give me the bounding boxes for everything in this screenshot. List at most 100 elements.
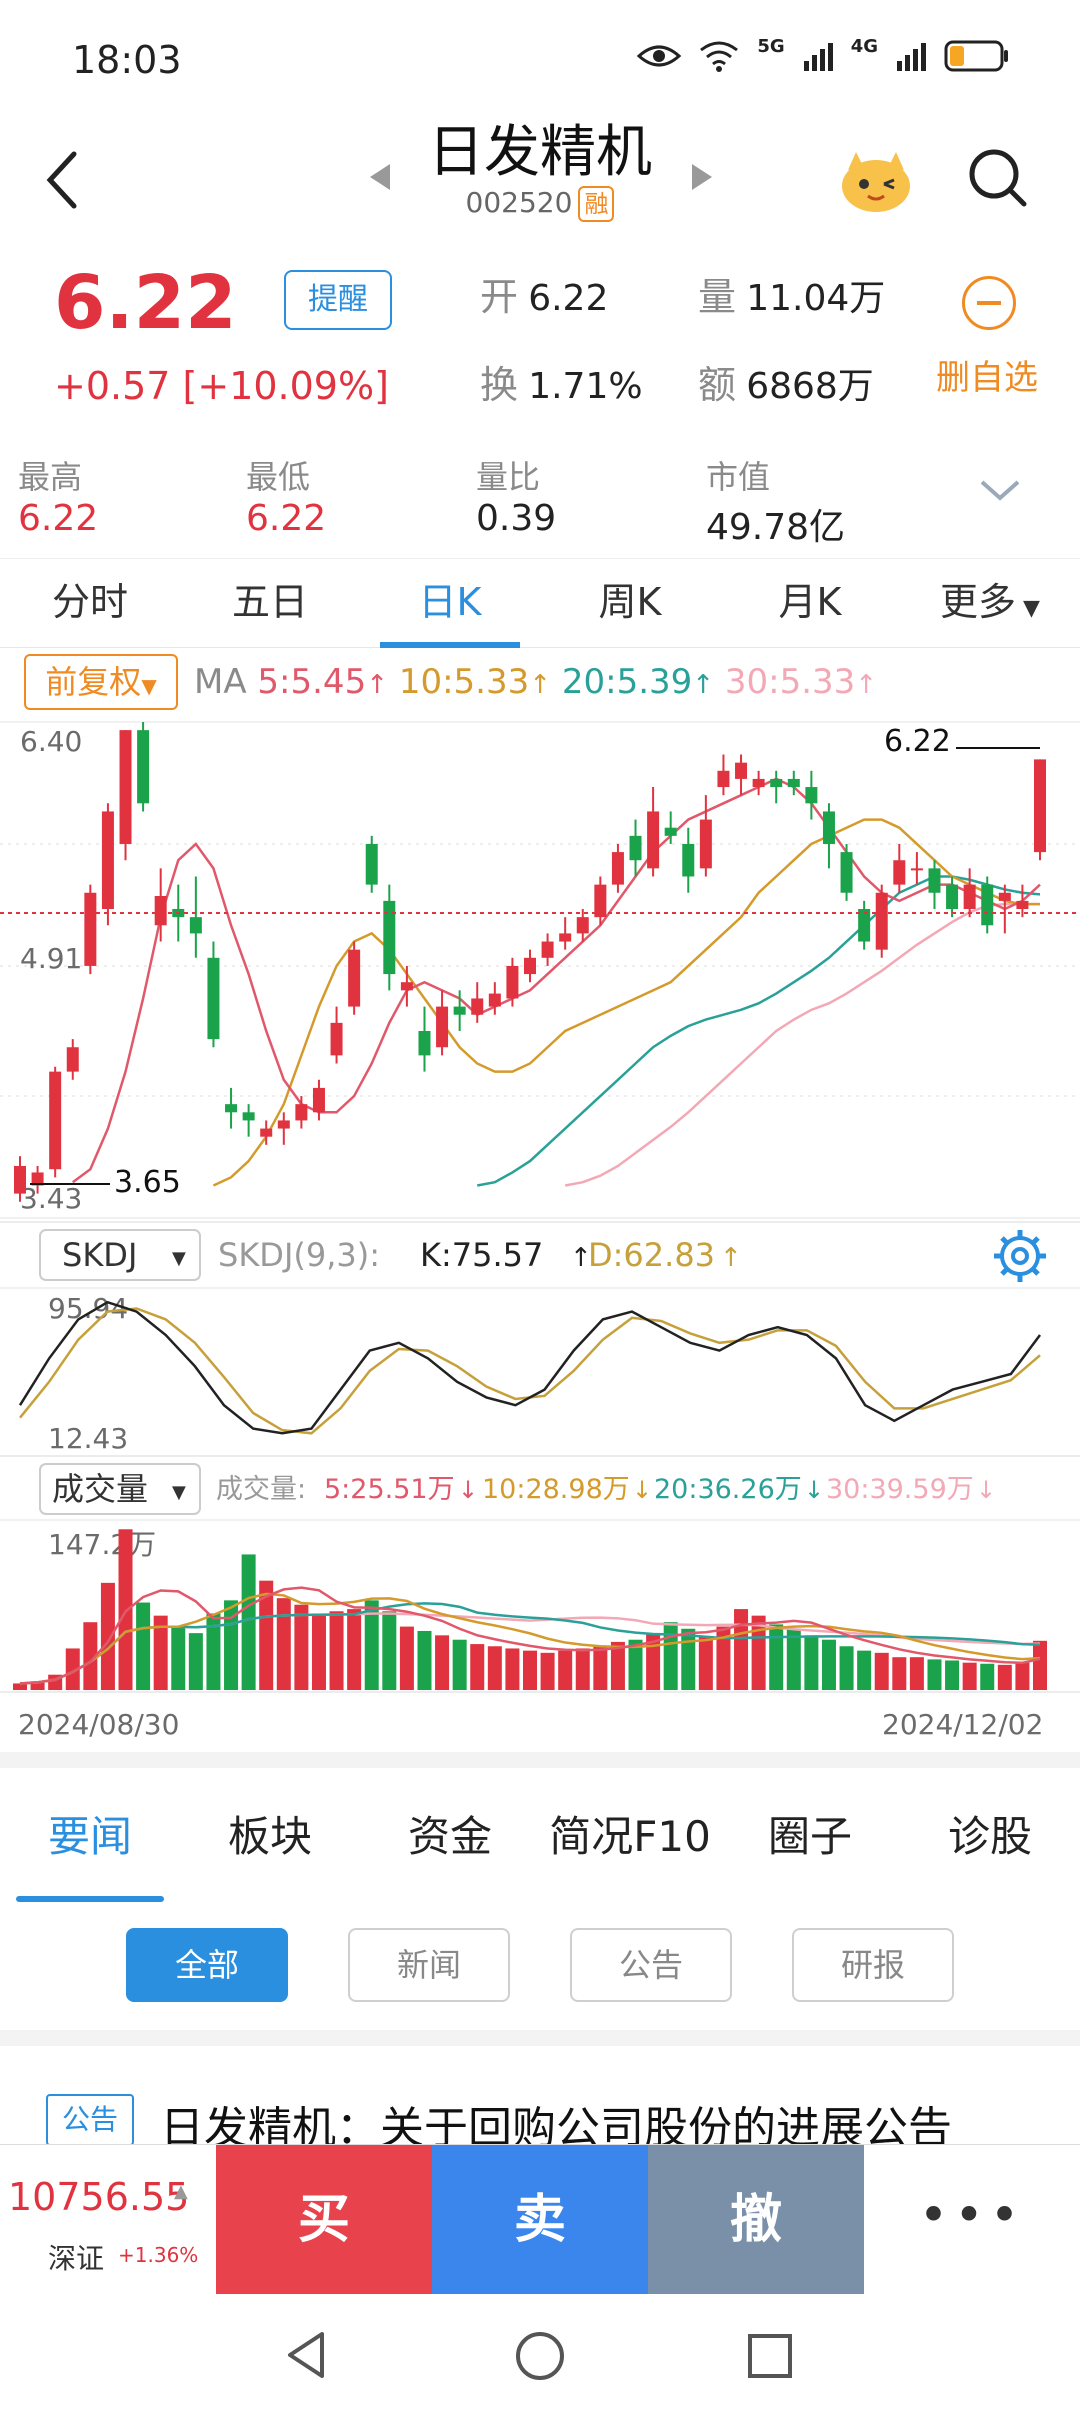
info-tabs: 要闻 板块 资金 简况F10 圈子 诊股 [0,1768,1080,1902]
candle-body [189,917,202,934]
volume-bar [276,1598,291,1690]
chevron-down-icon[interactable] [978,476,1022,504]
stat-high: 最高 6.22 [18,452,98,539]
volume-bar [136,1602,151,1690]
tab-community[interactable]: 圈子 [720,1768,900,1888]
ma-up-arrow-icon: ↑ [366,670,388,700]
stat-label: 最低 [246,458,311,496]
candle-body [699,819,712,869]
nav-recents-icon[interactable] [746,2332,794,2380]
tab-capital[interactable]: 资金 [360,1768,540,1888]
tab-daily-k[interactable]: 日K [360,559,540,648]
price-axis-bottom: 3.43 [20,1182,82,1215]
tab-weekly-k[interactable]: 周K [540,559,720,647]
candle-body [488,993,501,1007]
candle-body [295,1104,308,1121]
filter-all[interactable]: 全部 [126,1928,288,2002]
candle-body [49,1071,62,1170]
volume-bar [487,1646,502,1690]
tab-news[interactable]: 要闻 [0,1768,180,1902]
remove-watchlist-icon[interactable] [962,276,1016,330]
stat-label: 市值 [706,458,771,496]
candle-body [735,762,748,779]
remove-watchlist-button[interactable]: 删自选 [936,350,1038,399]
kline-chart[interactable]: 6.40 4.91 3.43 6.22 3.65 SKDJ ▼ SKDJ(9,3… [0,712,1080,1752]
signal-bars-icon [897,43,926,71]
tab-diagnosis[interactable]: 诊股 [900,1768,1080,1888]
candle-body [225,1104,238,1113]
volume-bar [171,1626,186,1690]
tab-five-day[interactable]: 五日 [180,559,360,647]
candle-body [207,957,220,1040]
volume-bar [347,1609,362,1690]
volume-bar [663,1622,678,1690]
settings-gear-icon[interactable] [994,1230,1046,1282]
stat-value: 0.39 [476,498,557,539]
mascot-icon[interactable] [838,148,914,214]
volume-stat: 量 11.04万 [698,266,885,321]
filter-announcement[interactable]: 公告 [570,1928,732,2002]
battery-icon [944,40,1008,72]
adjust-label: 前复权 [45,663,142,701]
next-stock-arrow-icon[interactable] [690,162,714,192]
volume-bar [575,1648,590,1690]
tab-f10[interactable]: 简况F10 [540,1768,720,1888]
candle-body [524,957,536,975]
volume-bar [892,1657,907,1690]
candle-body [664,827,677,836]
volume-bar [769,1624,784,1690]
volume-bar [505,1648,520,1690]
index-name: 深证 [48,2242,105,2275]
buy-button[interactable]: 买 [216,2145,432,2295]
section-divider [0,1752,1080,1768]
more-menu-button[interactable]: ••• [864,2145,1080,2295]
candle-body [101,811,114,910]
candle-body [383,900,396,975]
stat-value: 6.22 [246,498,327,539]
open-stat: 开 6.22 [480,266,608,321]
candle-body [471,998,484,1015]
candle-body [963,884,976,910]
caret-down-icon: ▼ [1016,596,1040,621]
adjust-selector[interactable]: 前复权▼ [24,654,178,710]
filter-news[interactable]: 新闻 [348,1928,510,2002]
volume-bar [997,1664,1012,1690]
tab-intraday[interactable]: 分时 [0,559,180,647]
ma20-line [477,875,1041,1187]
open-label: 开 [480,275,519,319]
cancel-order-button[interactable]: 撤 [648,2145,864,2295]
candle-body [752,778,765,788]
volume-bar [399,1626,414,1690]
status-icons: 5G 4G [637,36,1010,72]
volume-bar [874,1652,889,1690]
system-nav-bar [0,2294,1080,2412]
stock-code: 002520 [465,186,573,219]
ma-up-arrow-icon: ↑ [855,670,878,700]
ma-up-arrow-icon: ↑ [692,670,715,700]
nav-back-icon[interactable] [282,2330,332,2380]
candle-body [154,896,167,926]
search-icon[interactable] [966,146,1030,210]
volume-bar [540,1652,555,1690]
candles [14,722,1046,1202]
skdj-params: SKDJ(9,3): [218,1236,380,1274]
nav-home-icon[interactable] [514,2330,566,2382]
date-start: 2024/08/30 [18,1708,179,1741]
vol-ma5-value: 5:25.51万 [324,1474,455,1505]
remind-button[interactable]: 提醒 [284,270,392,330]
date-end: 2024/12/02 [882,1708,1043,1741]
candle-body [506,965,519,999]
volume-bar [962,1662,977,1690]
ma-up-arrow-icon: ↑ [529,670,552,700]
candle-body [647,811,660,869]
trade-bar: 10756.55 ▲ 深证 +1.36% 买 卖 撤 ••• [0,2144,1080,2295]
candle-body [629,835,642,861]
tab-more[interactable]: 更多 ▼ [900,559,1080,647]
index-ticker[interactable]: 10756.55 ▲ 深证 +1.36% [0,2145,216,2295]
tab-monthly-k[interactable]: 月K [720,559,900,647]
sell-button[interactable]: 卖 [432,2145,648,2295]
filter-research[interactable]: 研报 [792,1928,954,2002]
candle-body [682,843,695,877]
tab-sector[interactable]: 板块 [180,1768,360,1888]
back-chevron-icon[interactable] [40,148,90,212]
